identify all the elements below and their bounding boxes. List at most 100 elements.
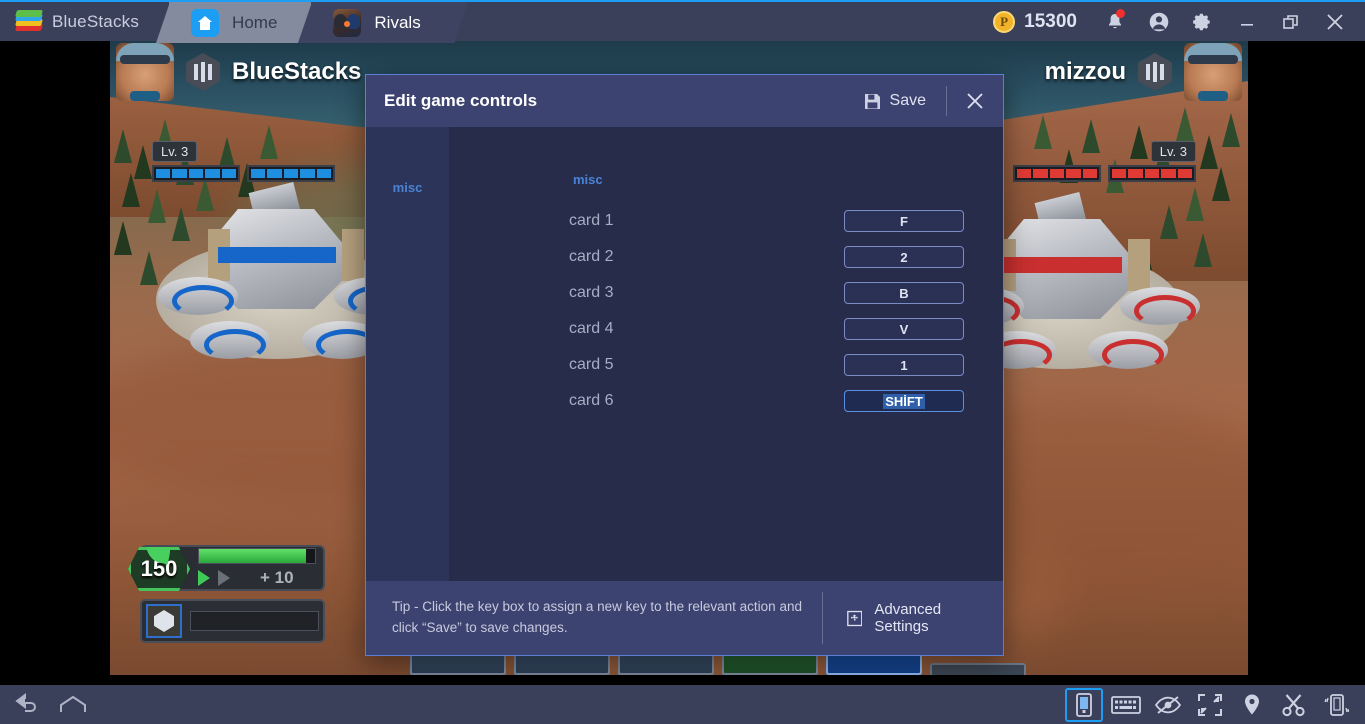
brand-label: BlueStacks xyxy=(52,11,140,31)
binding-row: card 5 1 xyxy=(449,347,1003,383)
scissors-icon xyxy=(1282,693,1305,716)
key-box-card-6[interactable]: SHİFT xyxy=(844,390,964,412)
rivals-app-icon xyxy=(333,8,362,37)
bluestacks-window: BlueStacks mizzou Lv. 3 Lv. 3 150 + 10 B… xyxy=(0,0,1365,724)
binding-row: card 3 B xyxy=(449,275,1003,311)
advanced-settings-icon xyxy=(846,610,863,626)
points-indicator[interactable]: P 15300 xyxy=(977,10,1093,33)
tab-rivals[interactable]: Rivals xyxy=(298,2,469,43)
key-box-card-4[interactable]: V xyxy=(844,318,964,340)
binding-action-label: card 2 xyxy=(569,248,614,265)
hero-ability-progress xyxy=(190,611,319,631)
dialog-header: Edit game controls Save xyxy=(366,75,1003,127)
restore-button[interactable] xyxy=(1269,1,1313,42)
keyboard-icon xyxy=(1111,695,1141,714)
keymapping-button[interactable] xyxy=(1107,688,1145,722)
back-button[interactable] xyxy=(10,688,48,722)
elixir-gain: + 10 xyxy=(260,568,294,587)
fullscreen-arrows-icon xyxy=(1198,693,1222,716)
level-badge-right: Lv. 3 xyxy=(1150,141,1196,162)
brand: BlueStacks xyxy=(0,2,169,41)
key-box-card-2[interactable]: 2 xyxy=(844,246,964,268)
tip-text: Tip - Click the key box to assign a new … xyxy=(392,599,802,635)
key-value: V xyxy=(899,321,909,337)
location-pin-icon xyxy=(1245,694,1259,714)
binding-action-label: card 5 xyxy=(569,356,614,373)
letterbox-left xyxy=(0,41,110,685)
sidebar-item-label: misc xyxy=(392,180,423,195)
sidebar-item-misc[interactable]: misc xyxy=(393,174,423,201)
group-title: misc xyxy=(573,172,603,187)
fullscreen-button[interactable] xyxy=(1191,688,1229,722)
binding-row: card 1 F xyxy=(449,203,1003,239)
level-badge-left: Lv. 3 xyxy=(152,141,198,162)
tab-home-label: Home xyxy=(232,12,278,32)
tilt-control-button[interactable] xyxy=(1065,687,1103,722)
speed-arrow-icon xyxy=(218,570,230,586)
health-bar xyxy=(247,165,335,182)
clan-badge-icon xyxy=(1138,53,1172,91)
home-icon xyxy=(191,8,220,37)
speed-arrow-icon xyxy=(198,570,210,586)
points-amount: 15300 xyxy=(1024,10,1077,32)
divider xyxy=(946,86,947,116)
letterbox-right xyxy=(1248,41,1365,685)
hero-ability-bar[interactable] xyxy=(140,599,325,643)
close-icon xyxy=(967,93,983,109)
elixir-bar: 150 + 10 xyxy=(128,545,325,591)
notifications-button[interactable] xyxy=(1093,1,1137,42)
points-coin-icon: P xyxy=(993,10,1016,33)
key-value: 2 xyxy=(900,249,908,265)
account-button[interactable] xyxy=(1137,1,1181,42)
bottom-toolbar xyxy=(0,685,1365,724)
dialog-content: misc card 1 F card 2 2 card 3 B card 4 V xyxy=(449,127,1003,581)
health-bar xyxy=(1013,165,1101,182)
hero-ability-icon[interactable] xyxy=(146,604,182,638)
dialog-title: Edit game controls xyxy=(384,91,538,110)
shake-phone-icon xyxy=(1324,693,1349,716)
key-value: SHİFT xyxy=(883,393,925,409)
binding-action-label: card 6 xyxy=(569,392,614,409)
dialog-close-button[interactable] xyxy=(951,75,999,127)
clan-badge-icon xyxy=(186,53,220,91)
key-value: B xyxy=(899,285,909,301)
settings-button[interactable] xyxy=(1181,1,1225,42)
bluestacks-logo-icon xyxy=(14,9,44,33)
back-arrow-icon xyxy=(15,692,36,712)
titlebar-actions: P 15300 xyxy=(977,2,1365,41)
dialog-footer: Tip - Click the key box to assign a new … xyxy=(366,581,1003,655)
binding-action-label: card 1 xyxy=(569,212,614,229)
key-box-card-1[interactable]: F xyxy=(844,210,964,232)
location-button[interactable] xyxy=(1233,688,1271,722)
close-button[interactable] xyxy=(1313,1,1357,42)
key-box-card-3[interactable]: B xyxy=(844,282,964,304)
divider xyxy=(822,592,823,644)
minimize-button[interactable] xyxy=(1225,1,1269,42)
key-value: F xyxy=(900,213,908,229)
binding-row: card 4 V xyxy=(449,311,1003,347)
save-disk-icon xyxy=(864,93,880,109)
card-slot[interactable] xyxy=(930,663,1026,675)
elixir-gem-icon: 150 xyxy=(128,547,190,591)
home-button[interactable] xyxy=(54,688,92,722)
key-box-card-5[interactable]: 1 xyxy=(844,354,964,376)
notification-badge xyxy=(1116,9,1125,18)
avatar xyxy=(1184,43,1242,101)
health-bar xyxy=(1108,165,1196,182)
home-pentagon-icon xyxy=(60,695,86,712)
health-group-right: Lv. 3 xyxy=(1013,141,1196,182)
save-label: Save xyxy=(889,92,926,109)
binding-action-label: card 4 xyxy=(569,320,614,337)
player-name-right: mizzou xyxy=(1044,58,1126,85)
resource-hud: 150 + 10 xyxy=(128,545,325,643)
shake-button[interactable] xyxy=(1317,688,1355,722)
advanced-settings-button[interactable]: Advanced Settings xyxy=(846,601,993,635)
screenshot-button[interactable] xyxy=(1275,688,1313,722)
save-button[interactable]: Save xyxy=(848,85,942,117)
tab-home[interactable]: Home xyxy=(156,2,325,43)
eye-off-button[interactable] xyxy=(1149,688,1187,722)
eye-off-icon xyxy=(1154,695,1182,714)
tab-rivals-label: Rivals xyxy=(374,12,421,32)
edit-game-controls-dialog: Edit game controls Save misc misc card 1… xyxy=(365,74,1004,656)
key-value: 1 xyxy=(900,357,908,373)
